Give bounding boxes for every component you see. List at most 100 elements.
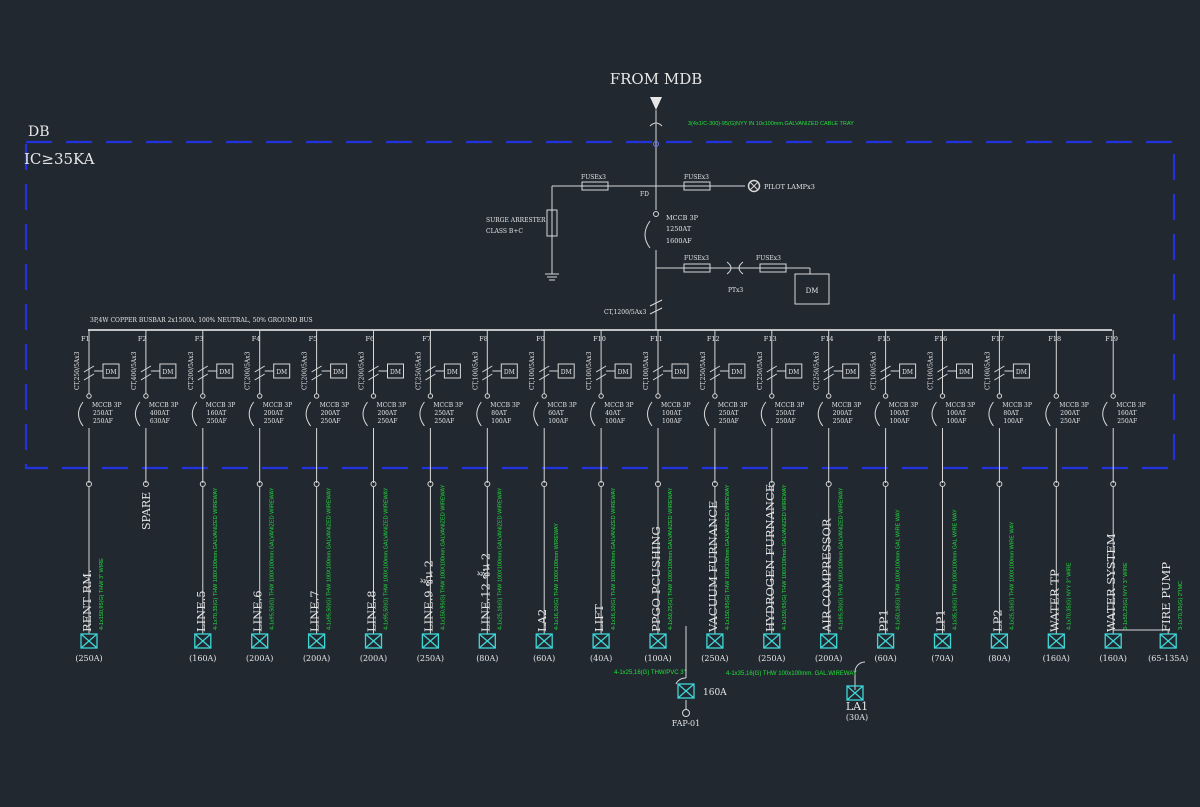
feeder-cable: 4-1x35,16(G) THW 100X100mm GAL WIRE WAY (953, 509, 959, 630)
breaker-af: 250AF (93, 418, 113, 425)
ct-label: CT,250/5Ax3 (757, 351, 764, 390)
breaker-label: MCCB 3P (149, 402, 179, 409)
pilot-lamp-cross (749, 181, 759, 191)
breaker-top (86, 393, 92, 399)
feeder-id: F13 (764, 335, 777, 343)
breaker-top (370, 393, 377, 399)
fap-branch: 4-1x25,16(G) THW/PVC 3" 160A FAP-01 (614, 626, 727, 728)
breaker-top (313, 393, 320, 399)
breaker-top (143, 393, 149, 399)
breaker-at: 200AT (378, 410, 397, 417)
ct-label: CT,100/5Ax3 (586, 351, 593, 390)
main-breaker-af: 1600AF (666, 237, 692, 245)
feeder-name: LINE.5 (194, 590, 208, 632)
breaker-at: 250AT (776, 410, 795, 417)
incoming-cable: 3(4x1/C-300)-95(G)NYY IN 10x100mm.GALVAN… (688, 121, 854, 127)
feeder-name: WATER TP (1047, 569, 1061, 632)
breaker-top (427, 393, 434, 399)
feeder-id: F18 (1048, 335, 1061, 343)
feeder-cable: 4-1x150,95(G) THW 100X100mm.GALVANIZED W… (440, 484, 446, 630)
feeder-load: (200A) (815, 654, 842, 663)
feeder-id: F1 (81, 335, 90, 343)
feeder-f19: F19 MCCB 3P160AT250AF WATER SYSTEM 3-1x50,2… (1100, 330, 1146, 663)
dm-label: DM (561, 369, 572, 376)
feeder-cable: 4-1x95,50(G) THW 100X100mm.GALVANIZED WI… (270, 487, 276, 630)
feeder-load: (200A) (360, 654, 387, 663)
breaker-af: 250AF (776, 418, 796, 425)
breaker-top (712, 393, 718, 399)
ct-label: CT,250/5Ax3 (74, 351, 81, 390)
fuse-4-label: FUSEx3 (756, 255, 781, 262)
breaker-arc (931, 401, 937, 427)
feeder-f17: F17 CT,100/5Ax3 DM MCCB 3P80AT100AF LP2 4-1x2… (984, 330, 1032, 663)
breaker-af: 100AF (1003, 418, 1023, 425)
breaker-at: 100AT (947, 410, 966, 417)
feeder-load: (250A) (417, 654, 444, 663)
feeder-load: (65-135A) (1148, 654, 1188, 663)
feeder-f15: F15 CT,100/5Ax3 DM MCCB 3P100AT100AF PP1 4-1x… (871, 330, 918, 663)
feeder-id: F4 (252, 335, 261, 343)
breaker-arc (78, 401, 84, 427)
breaker-arc (362, 401, 368, 427)
feeder-f1: F1 CT,250/5Ax3 DM MCCB 3P250AT250AF RENT RM.… (74, 330, 122, 663)
breaker-at: 200AT (264, 410, 283, 417)
feeder-load: (160A) (1100, 654, 1127, 663)
breaker-label: MCCB 3P (832, 402, 862, 409)
incoming-arrow-icon (650, 97, 662, 110)
feeder-name: AIR COMPRESSOR (820, 518, 834, 633)
load-box-cross (763, 633, 781, 649)
breaker-af: 250AF (1060, 418, 1080, 425)
ct-label: CT,100/5Ax3 (984, 351, 991, 390)
arrester-label: SURGE ARRESTER (486, 217, 546, 224)
breaker-label: MCCB 3P (263, 402, 293, 409)
feeder-load: (250A) (701, 654, 728, 663)
main-breaker-arc (644, 220, 651, 249)
db-label: DB (28, 124, 50, 140)
feeder-cable: 4-1x70,35(G) THW 100X100mm.GALVANIZED WI… (213, 487, 219, 630)
feeder-load: (40A) (590, 654, 612, 663)
ct-label: CT,200/5Ax3 (188, 351, 195, 390)
feeder-name: WATER SYSTEM (1104, 533, 1118, 632)
ct-label: CT,200/5Ax3 (359, 351, 366, 390)
feeder-name: LINE.9 ชั้น 2 (420, 560, 435, 632)
breaker-arc (590, 401, 596, 427)
breaker-label: MCCB 3P (92, 402, 122, 409)
breaker-af: 250AF (833, 418, 853, 425)
breaker-arc (988, 401, 994, 427)
breaker-label: MCCB 3P (775, 402, 805, 409)
ct-label: CT,100/5Ax3 (529, 351, 536, 390)
ct-label: CT,100/5Ax3 (472, 351, 479, 390)
fuse-2-label: FUSEx3 (684, 174, 709, 181)
feeder-cable: 4-1x150,95(G) THW 100X100mm.GALVANIZED W… (725, 484, 731, 630)
feeder-id: F10 (593, 335, 606, 343)
feeder-f6: F6 CT,200/5Ax3 DM MCCB 3P200AT250AF LINE.8 4-… (359, 330, 406, 663)
breaker-label: MCCB 3P (490, 402, 520, 409)
feeder-id: F15 (878, 335, 891, 343)
breaker-af: 100AF (548, 418, 568, 425)
busbar-label: 3P,4W COPPER BUSBAR 2x1500A, 100% NEUTRA… (90, 317, 313, 324)
feeder-name: RENT RM. (80, 569, 94, 632)
db-enclosure (24, 140, 1176, 470)
breaker-label: MCCB 3P (604, 402, 634, 409)
feeder-id: F12 (707, 335, 720, 343)
breaker-arc (703, 401, 710, 427)
ct-label: CT,400/5Ax3 (131, 351, 138, 390)
feeder-name: PP1 (877, 609, 891, 632)
load-box-cross (251, 633, 269, 649)
breaker-af: 250AF (1117, 418, 1137, 425)
single-line-diagram: DB IC≥35KA FROM MDB 3(4x1/C-300)-95(G)NY… (24, 70, 1188, 728)
breaker-af: 250AF (321, 418, 341, 425)
ct-label: CT,100/5Ax3 (871, 351, 878, 390)
feeder-load: (100A) (644, 654, 671, 663)
breaker-af: 100AF (605, 418, 625, 425)
load-box-cross (80, 633, 98, 649)
load-box-cross (934, 633, 951, 649)
breaker-arc (874, 401, 881, 427)
load-box-cross (706, 633, 724, 649)
breaker-at: 250AT (93, 410, 112, 417)
feeder-name: LINE.7 (308, 590, 322, 632)
ct-label: CT,100/5Ax3 (643, 351, 650, 390)
breaker-arc (476, 401, 482, 427)
dm-label: DM (106, 369, 117, 376)
breaker-top (769, 393, 775, 399)
